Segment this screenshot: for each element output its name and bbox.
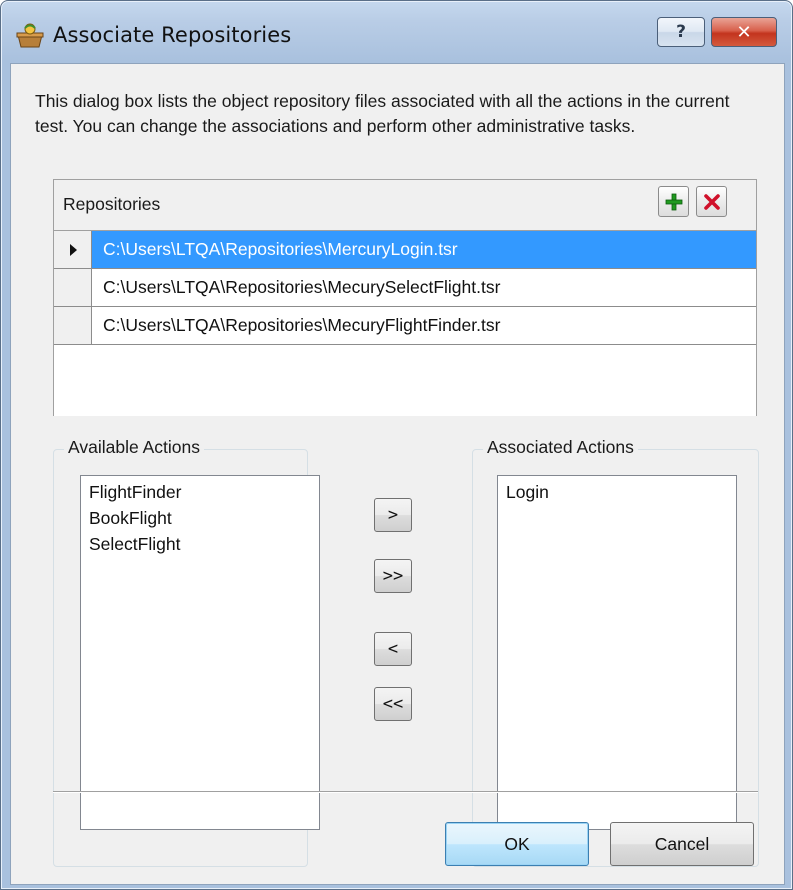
repository-path[interactable]: C:\Users\LTQA\Repositories\MercuryLogin.…: [92, 231, 756, 268]
current-row-arrow-icon: [69, 243, 77, 256]
repository-path[interactable]: C:\Users\LTQA\Repositories\MecurySelectF…: [92, 269, 756, 306]
repository-path[interactable]: C:\Users\LTQA\Repositories\MecuryFlightF…: [92, 307, 756, 344]
available-actions-label: Available Actions: [64, 437, 204, 458]
repositories-grid: C:\Users\LTQA\Repositories\MercuryLogin.…: [54, 230, 756, 416]
remove-all-actions-button[interactable]: <<: [374, 687, 412, 721]
cancel-button[interactable]: Cancel: [610, 822, 754, 866]
list-item[interactable]: Login: [506, 479, 728, 505]
available-actions-group: Available Actions FlightFinder BookFligh…: [53, 437, 320, 867]
repositories-header: Repositories: [54, 180, 756, 230]
row-selector[interactable]: [54, 269, 92, 306]
title-bar[interactable]: Associate Repositories ? ✕: [1, 1, 792, 63]
repository-app-icon: [15, 23, 45, 49]
remove-repository-button[interactable]: [696, 186, 727, 217]
delete-icon: [703, 193, 720, 210]
dialog-window: Associate Repositories ? ✕ This dialog b…: [0, 0, 793, 890]
dialog-description: This dialog box lists the object reposit…: [35, 91, 730, 136]
repository-row[interactable]: C:\Users\LTQA\Repositories\MecuryFlightF…: [54, 307, 756, 345]
add-repository-button[interactable]: [658, 186, 689, 217]
close-button[interactable]: ✕: [711, 17, 777, 47]
associated-actions-group: Associated Actions Login: [472, 437, 759, 867]
help-button[interactable]: ?: [657, 17, 705, 47]
footer-divider: [53, 791, 758, 793]
close-icon: ✕: [736, 21, 752, 43]
associated-actions-list[interactable]: Login: [497, 475, 737, 830]
repository-row[interactable]: C:\Users\LTQA\Repositories\MercuryLogin.…: [54, 231, 756, 269]
list-item[interactable]: SelectFlight: [89, 531, 311, 557]
associated-actions-label: Associated Actions: [483, 437, 638, 458]
row-selector[interactable]: [54, 307, 92, 344]
add-action-button[interactable]: >: [374, 498, 412, 532]
repository-row[interactable]: C:\Users\LTQA\Repositories\MecurySelectF…: [54, 269, 756, 307]
available-actions-list[interactable]: FlightFinder BookFlight SelectFlight: [80, 475, 320, 830]
list-item[interactable]: FlightFinder: [89, 479, 311, 505]
ok-button[interactable]: OK: [445, 822, 589, 866]
repositories-panel: Repositories C:\Users\LTQA\Repositories\…: [53, 179, 757, 416]
add-all-actions-button[interactable]: >>: [374, 559, 412, 593]
row-selector[interactable]: [54, 231, 92, 268]
remove-action-button[interactable]: <: [374, 632, 412, 666]
window-title: Associate Repositories: [53, 23, 292, 47]
list-item[interactable]: BookFlight: [89, 505, 311, 531]
repositories-title: Repositories: [63, 194, 161, 214]
plus-icon: [665, 193, 682, 210]
dialog-body: This dialog box lists the object reposit…: [10, 63, 785, 885]
